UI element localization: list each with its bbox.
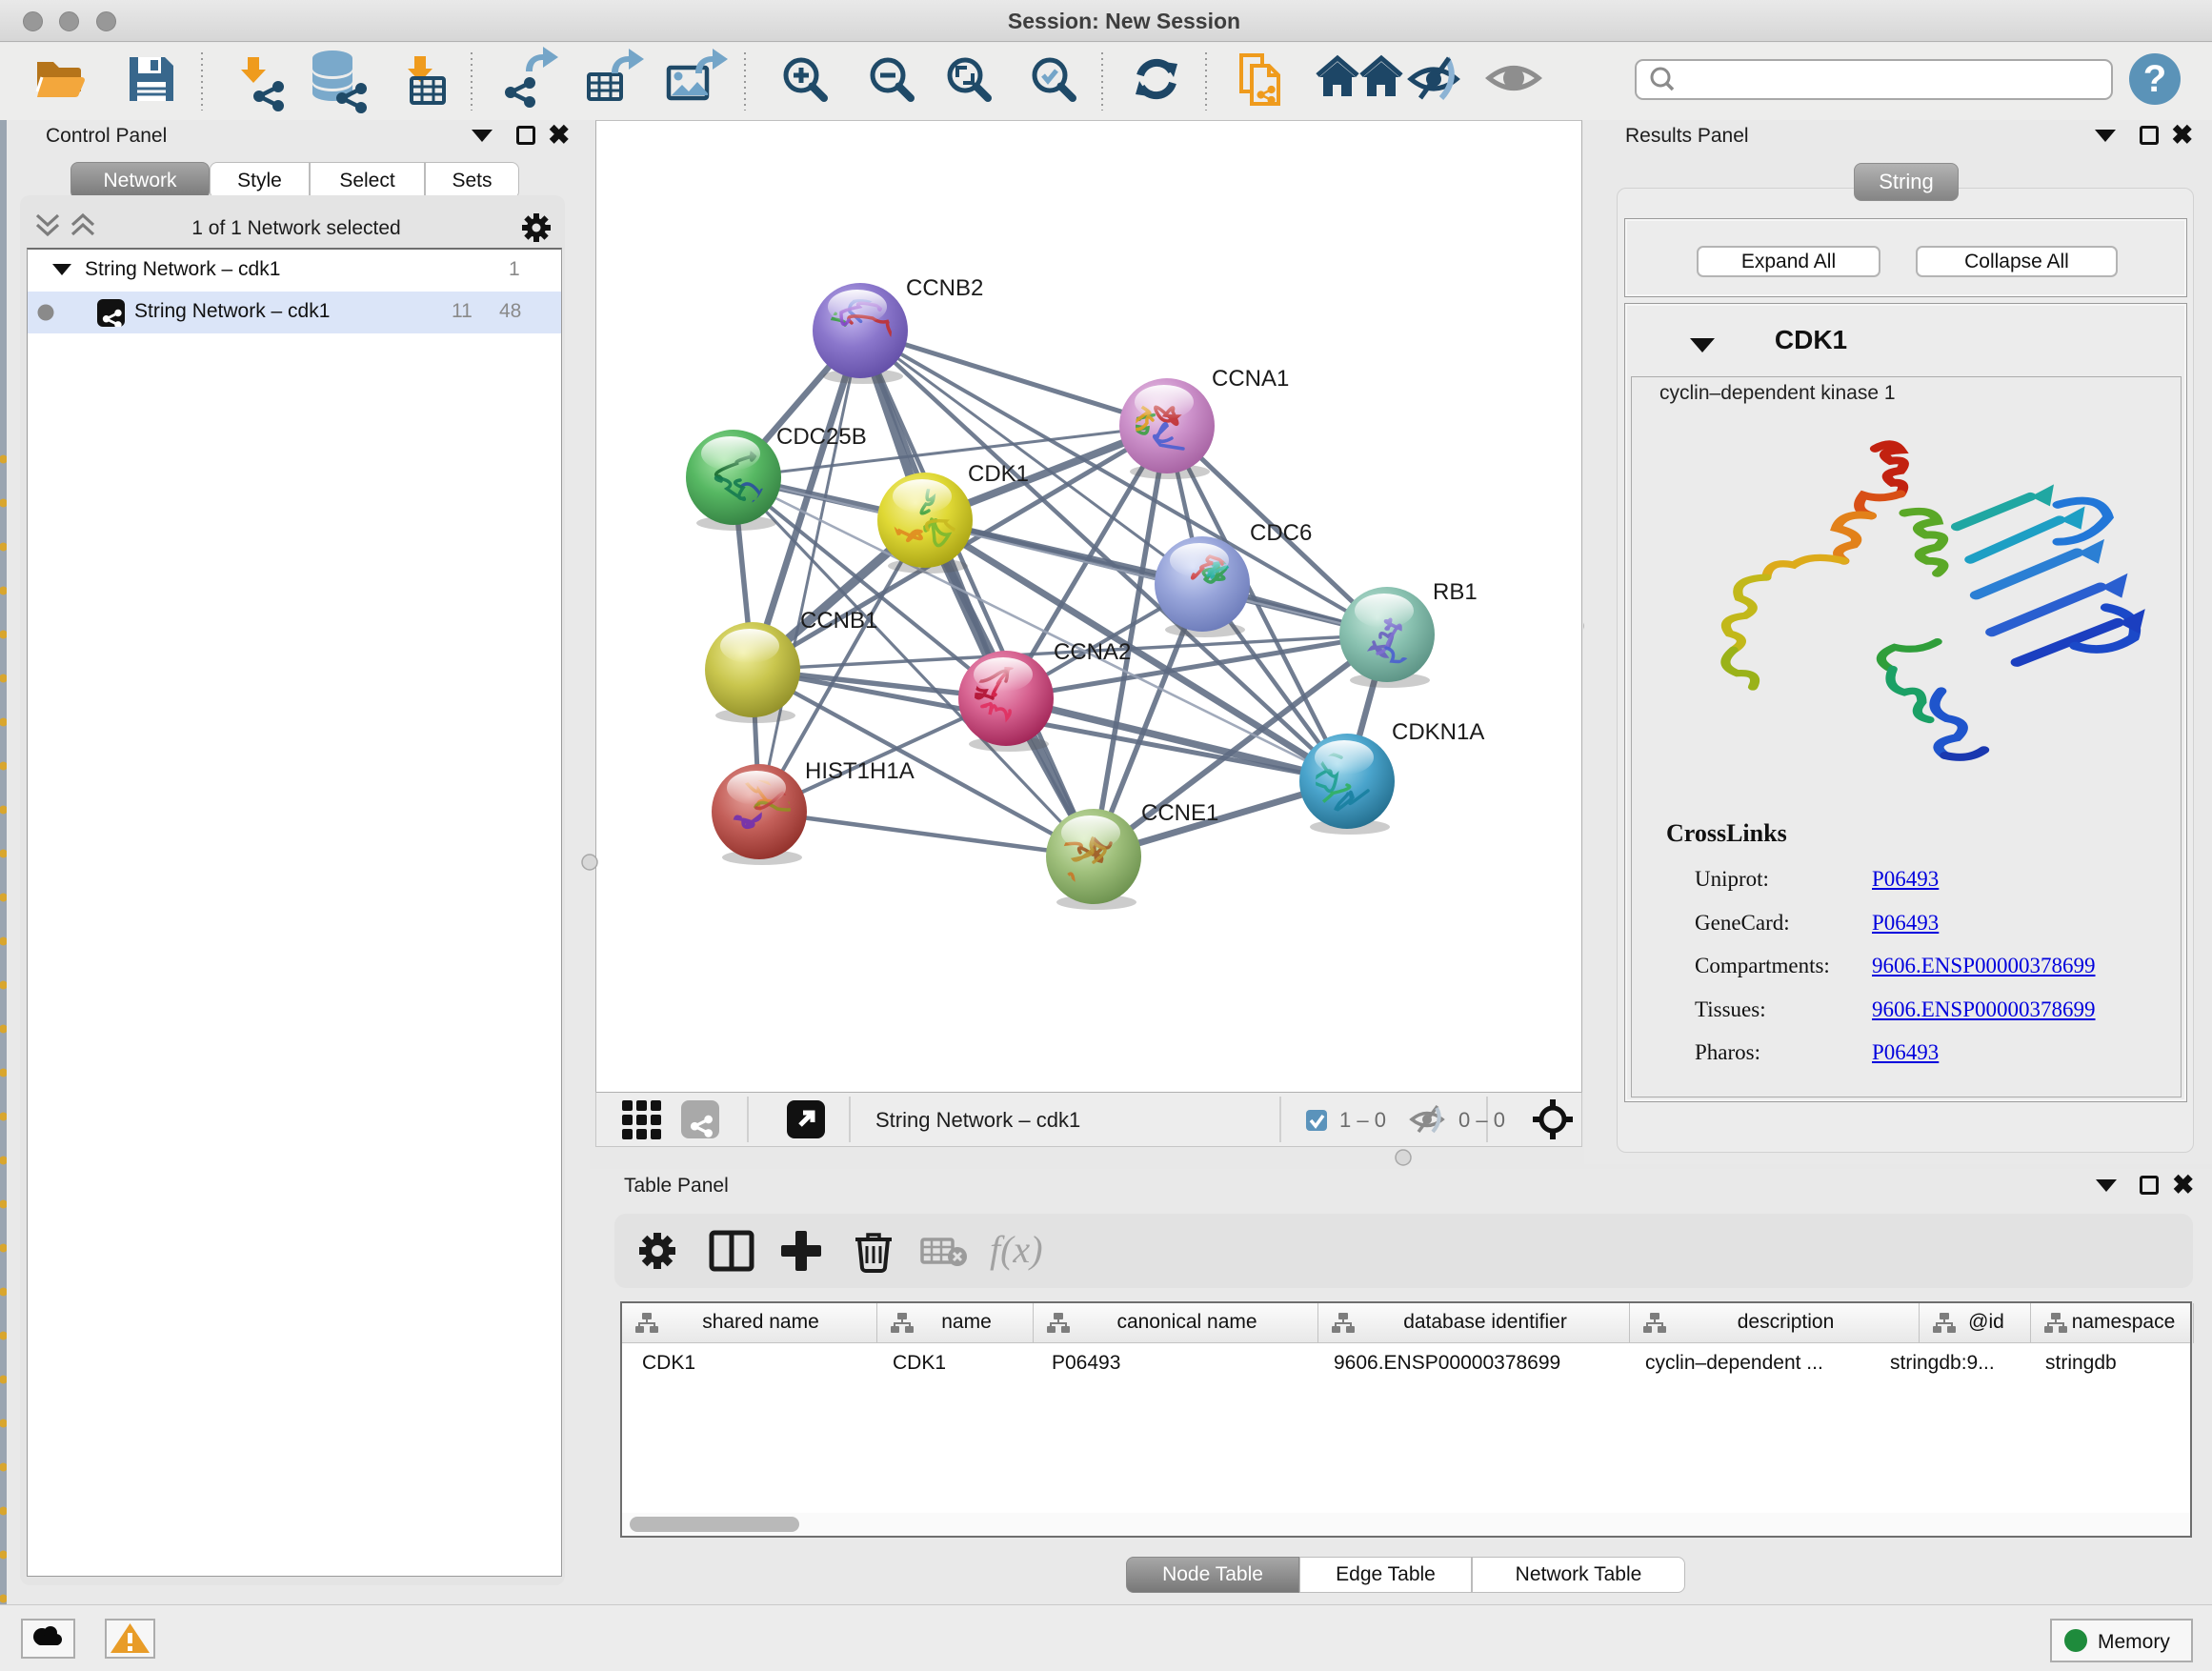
svg-text:CCNA1: CCNA1	[1212, 366, 1289, 392]
svg-text:CDC25B: CDC25B	[776, 424, 867, 450]
svg-text:?: ?	[2143, 58, 2166, 100]
svg-text:CDK1: CDK1	[968, 461, 1029, 487]
svg-text:CCNB2: CCNB2	[906, 275, 983, 301]
svg-text:RB1: RB1	[1433, 579, 1478, 605]
svg-text:Memory: Memory	[2098, 1631, 2170, 1653]
svg-text:CDC6: CDC6	[1250, 520, 1312, 546]
svg-text:f(x): f(x)	[990, 1228, 1043, 1271]
svg-text:CDKN1A: CDKN1A	[1392, 719, 1484, 745]
svg-text:0 – 0: 0 – 0	[1458, 1108, 1505, 1132]
svg-text:HIST1H1A: HIST1H1A	[805, 758, 915, 784]
svg-text:CCNA2: CCNA2	[1054, 639, 1131, 665]
svg-text:CCNB1: CCNB1	[800, 608, 877, 634]
svg-text:CCNE1: CCNE1	[1141, 800, 1218, 826]
svg-text:String Network – cdk1: String Network – cdk1	[875, 1108, 1080, 1132]
svg-text:1 of 1 Network selected: 1 of 1 Network selected	[191, 217, 400, 239]
svg-text:1 – 0: 1 – 0	[1339, 1108, 1386, 1132]
